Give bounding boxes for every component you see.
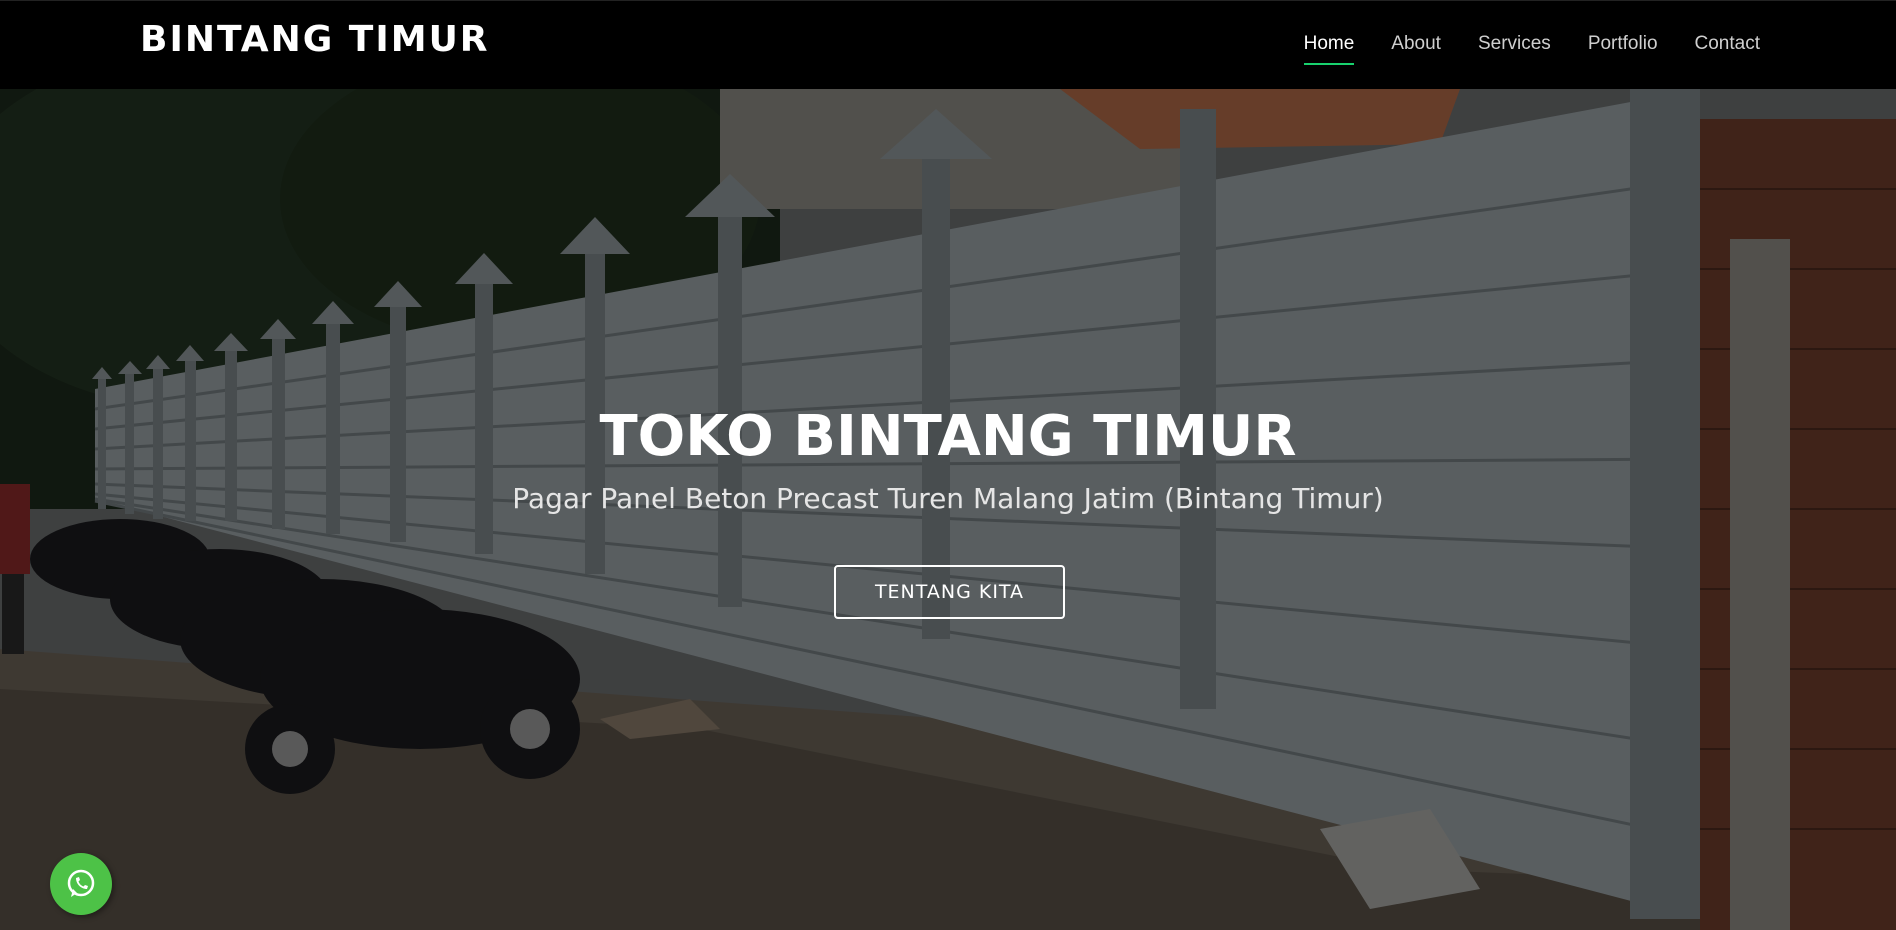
whatsapp-icon <box>67 869 95 897</box>
main-nav: Home About Services Portfolio Contact <box>1303 33 1760 65</box>
hero-section: TOKO BINTANG TIMUR Pagar Panel Beton Pre… <box>0 89 1896 930</box>
nav-item-contact[interactable]: Contact <box>1695 33 1760 65</box>
navbar: BINTANG TIMUR Home About Services Portfo… <box>0 0 1896 89</box>
brand-logo[interactable]: BINTANG TIMUR <box>140 19 490 60</box>
nav-item-home[interactable]: Home <box>1303 33 1354 65</box>
whatsapp-button[interactable] <box>50 853 112 915</box>
hero-title: TOKO BINTANG TIMUR <box>599 404 1297 469</box>
tentang-kita-button[interactable]: TENTANG KITA <box>834 565 1065 619</box>
nav-item-portfolio[interactable]: Portfolio <box>1588 33 1658 65</box>
hero-subtitle: Pagar Panel Beton Precast Turen Malang J… <box>512 482 1384 515</box>
nav-item-about[interactable]: About <box>1391 33 1441 65</box>
nav-item-services[interactable]: Services <box>1478 33 1551 65</box>
